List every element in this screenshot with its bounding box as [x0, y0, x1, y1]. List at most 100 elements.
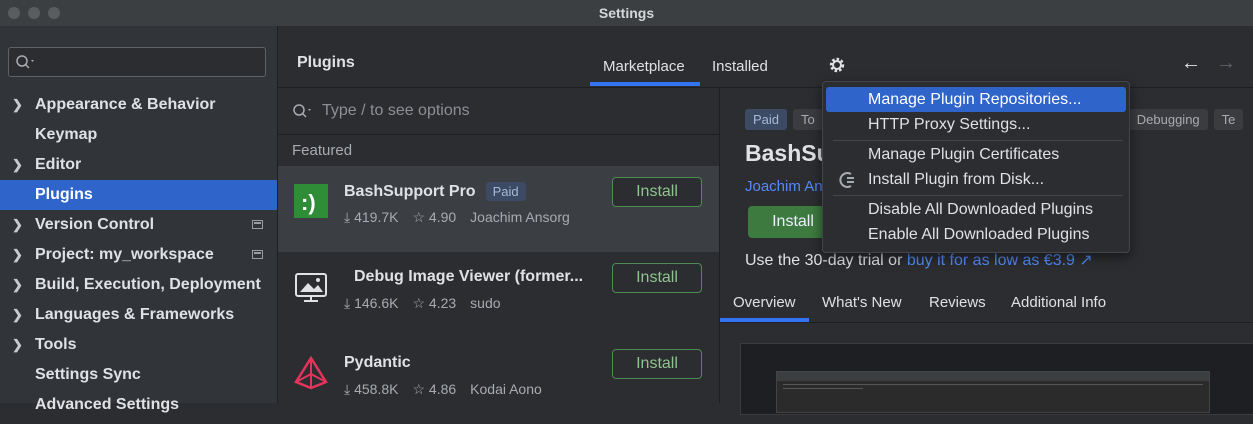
plug-icon [839, 172, 854, 188]
download-icon: ⤓ [344, 381, 351, 397]
nav-advanced-settings[interactable]: Advanced Settings [0, 390, 277, 420]
gear-dropdown-menu: Manage Plugin Repositories... HTTP Proxy… [822, 81, 1130, 253]
settings-nav: ❯ Appearance & Behavior Keymap ❯ Editor Pl… [0, 90, 277, 420]
back-arrow-icon[interactable]: ← [1181, 52, 1201, 75]
search-icon [293, 104, 311, 118]
nav-settings-sync[interactable]: Settings Sync [0, 360, 277, 390]
pydantic-logo-icon [294, 355, 328, 390]
tag[interactable]: To [793, 109, 823, 130]
download-icon: ⤓ [344, 209, 351, 225]
vendor: Joachim Ansorg [470, 209, 570, 225]
nav-keymap[interactable]: Keymap [0, 120, 277, 150]
image-viewer-logo-icon [295, 273, 327, 302]
nav-appearance-behavior[interactable]: ❯ Appearance & Behavior [0, 90, 277, 120]
nav-plugins[interactable]: Plugins [0, 180, 277, 210]
menu-item-disable-all[interactable]: Disable All Downloaded Plugins [823, 197, 1129, 222]
rating: ☆ 4.86 [412, 381, 457, 397]
search-placeholder: Type / to see options [322, 102, 470, 119]
chevron-right-icon: ❯ [12, 277, 23, 292]
window-title: Settings [598, 5, 655, 21]
download-icon: ⤓ [344, 295, 351, 311]
zoom-window-button[interactable] [48, 7, 60, 19]
chevron-right-icon: ❯ [12, 337, 23, 352]
menu-item-enable-all[interactable]: Enable All Downloaded Plugins [823, 222, 1129, 247]
tab-reviews[interactable]: Reviews [929, 294, 986, 311]
tag[interactable]: Te [1213, 109, 1244, 130]
trial-text: Use the 30-day trial or buy it for as lo… [745, 252, 1093, 269]
tab-marketplace[interactable]: Marketplace [603, 58, 685, 75]
menu-divider [833, 195, 1123, 196]
star-icon: ☆ [412, 295, 426, 311]
project-scope-icon [252, 250, 263, 259]
plugin-meta: ⤓ 458.8K ☆ 4.86 Kodai Aono [344, 381, 542, 398]
plugin-vendor-link[interactable]: Joachim An [745, 178, 823, 195]
nav-languages-frameworks[interactable]: ❯ Languages & Frameworks [0, 300, 277, 330]
bashsupport-logo-icon: :) [294, 184, 328, 218]
divider [278, 134, 719, 135]
chevron-right-icon: ❯ [12, 307, 23, 322]
forward-arrow-icon[interactable]: → [1216, 52, 1236, 75]
install-button[interactable]: Install [612, 177, 702, 207]
screenshot-preview [776, 371, 1210, 413]
plugin-list-item[interactable]: :) BashSupport Pro Paid ⤓ 419.7K ☆ 4.90 J… [278, 166, 719, 252]
rating: ☆ 4.90 [412, 209, 457, 225]
active-tab-indicator [590, 82, 700, 86]
window-controls [8, 7, 60, 19]
minimize-window-button[interactable] [28, 7, 40, 19]
svg-text::): :) [301, 190, 316, 215]
chevron-right-icon: ❯ [12, 217, 23, 232]
plugin-meta: ⤓ 146.6K ☆ 4.23 sudo [344, 295, 501, 312]
menu-item-install-from-disk[interactable]: Install Plugin from Disk... [823, 167, 1129, 192]
install-button[interactable]: Install [612, 349, 702, 379]
plugin-name: Pydantic [344, 354, 411, 371]
menu-divider [833, 140, 1123, 141]
install-button[interactable]: Install [612, 263, 702, 293]
chevron-right-icon: ❯ [12, 97, 23, 112]
star-icon: ☆ [412, 209, 426, 225]
nav-version-control[interactable]: ❯ Version Control [0, 210, 277, 240]
download-count: ⤓ 458.8K [344, 381, 399, 397]
vendor: Kodai Aono [470, 381, 542, 397]
buy-link[interactable]: buy it for as low as €3.9 ↗ [907, 252, 1093, 269]
star-icon: ☆ [412, 381, 426, 397]
menu-item-manage-repositories[interactable]: Manage Plugin Repositories... [826, 87, 1126, 112]
nav-project[interactable]: ❯ Project: my_workspace [0, 240, 277, 270]
plugin-list-item[interactable]: Debug Image Viewer (former... ⤓ 146.6K ☆… [278, 252, 719, 338]
menu-item-http-proxy[interactable]: HTTP Proxy Settings... [823, 112, 1129, 137]
plugin-search-input[interactable]: Type / to see options [292, 102, 470, 120]
nav-editor[interactable]: ❯ Editor [0, 150, 277, 180]
download-count: ⤓ 419.7K [344, 209, 399, 225]
plugin-list-pane: Type / to see options Featured :) BashSu… [278, 88, 720, 403]
tab-whats-new[interactable]: What's New [822, 294, 902, 311]
tab-additional-info[interactable]: Additional Info [1011, 294, 1106, 311]
tag[interactable]: Debugging [1128, 109, 1208, 130]
vendor: sudo [470, 295, 501, 311]
download-count: ⤓ 146.6K [344, 295, 399, 311]
nav-build-execution-deployment[interactable]: ❯ Build, Execution, Deployment [0, 270, 277, 300]
page-title: Plugins [297, 54, 355, 71]
nav-tools[interactable]: ❯ Tools [0, 330, 277, 360]
rating: ☆ 4.23 [412, 295, 457, 311]
tag[interactable]: Paid [745, 109, 788, 130]
plugin-list-item[interactable]: Pydantic ⤓ 458.8K ☆ 4.86 Kodai Aono Inst… [278, 338, 719, 424]
chevron-right-icon: ❯ [12, 157, 23, 172]
menu-item-manage-certificates[interactable]: Manage Plugin Certificates [823, 142, 1129, 167]
active-tab-indicator [720, 318, 809, 322]
detail-tabs: Overview What's New Reviews Additional I… [720, 280, 1253, 323]
gear-icon[interactable] [828, 56, 846, 74]
tab-overview[interactable]: Overview [733, 294, 796, 311]
plugin-screenshot [740, 343, 1253, 415]
plugin-detail-name: BashSu [745, 140, 831, 166]
paid-badge: Paid [485, 182, 526, 201]
plugin-name: Debug Image Viewer (former... [354, 268, 584, 285]
tab-installed[interactable]: Installed [712, 58, 768, 75]
settings-search-input[interactable] [8, 47, 266, 77]
plugin-name: BashSupport Pro Paid [344, 182, 526, 201]
featured-header: Featured [292, 142, 353, 159]
close-window-button[interactable] [8, 7, 20, 19]
plugins-header: Plugins Marketplace Installed ← → [278, 26, 1253, 88]
settings-sidebar: ❯ Appearance & Behavior Keymap ❯ Editor Pl… [0, 26, 277, 413]
plugin-meta: ⤓ 419.7K ☆ 4.90 Joachim Ansorg [344, 209, 570, 226]
search-icon [16, 55, 34, 69]
project-scope-icon [252, 220, 263, 229]
